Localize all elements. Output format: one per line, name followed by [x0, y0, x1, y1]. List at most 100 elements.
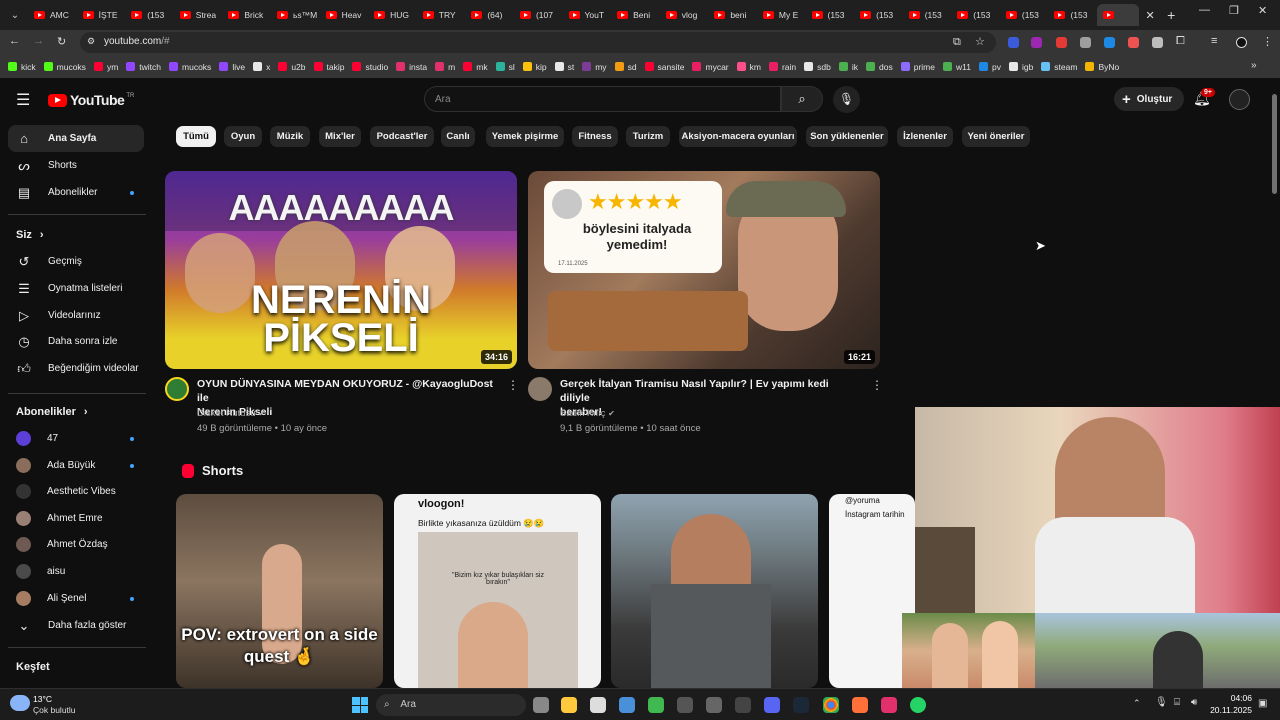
sidebar-item-home[interactable]: ⌂ Ana Sayfa: [8, 125, 144, 152]
sidebar-subscription-item[interactable]: Aesthetic Vibes: [8, 478, 144, 505]
bookmark-item[interactable]: mucoks: [43, 62, 86, 72]
filter-chip[interactable]: Mix'ler: [319, 126, 361, 147]
bookmark-item[interactable]: km: [736, 62, 761, 72]
firefox-icon[interactable]: [852, 697, 868, 713]
taskbar-search[interactable]: ⌕ Ara: [376, 694, 526, 716]
extension-icon[interactable]: [1128, 37, 1139, 48]
browser-tab[interactable]: ьs™M: [271, 4, 320, 26]
reload-icon[interactable]: ↻: [57, 35, 66, 48]
browser-tab[interactable]: (153: [125, 4, 174, 26]
filter-chip[interactable]: Canlı: [441, 126, 475, 147]
app-icon[interactable]: [590, 697, 606, 713]
bookmark-item[interactable]: ByNo: [1085, 62, 1119, 72]
bookmark-item[interactable]: st: [554, 62, 574, 72]
window-close-icon[interactable]: ✕: [1258, 4, 1267, 17]
bookmark-item[interactable]: pv: [978, 62, 1001, 72]
sidebar-item-playlist[interactable]: ☰ Oynatma listeleri: [8, 275, 144, 302]
browser-tab[interactable]: Brick: [222, 4, 271, 26]
browser-tab[interactable]: (153: [1048, 4, 1097, 26]
forward-arrow-icon[interactable]: →: [33, 35, 44, 47]
bookmark-item[interactable]: mucoks: [169, 62, 211, 72]
browser-tab[interactable]: (153: [1000, 4, 1049, 26]
bookmark-item[interactable]: twitch: [126, 62, 161, 72]
video-thumbnail[interactable]: ★★★★★ böylesini italyada yemedim! 17.11.…: [528, 171, 880, 369]
instagram-icon[interactable]: [881, 697, 897, 713]
clock-date[interactable]: 20.11.2025: [1202, 705, 1252, 715]
short-card[interactable]: vloogon! Birlikte yıkasanıza üzüldüm 😢😢 …: [394, 494, 601, 688]
bookmark-item[interactable]: x: [253, 62, 270, 72]
sidebar-subscription-item[interactable]: Ahmet Emre: [8, 505, 144, 532]
page-scrollbar[interactable]: [1272, 94, 1277, 194]
new-tab-button[interactable]: +: [1167, 7, 1175, 23]
sidebar-subscription-item[interactable]: Ada Büyük: [8, 452, 144, 479]
bookmark-item[interactable]: mycar: [692, 62, 729, 72]
browser-tab[interactable]: My E: [757, 4, 806, 26]
bookmark-item[interactable]: ik: [838, 62, 858, 72]
browser-tab[interactable]: vlog: [660, 4, 709, 26]
sidebar-item-shorts[interactable]: ᔕ Shorts: [8, 152, 144, 179]
address-bar[interactable]: ⚙ youtube.com/# ⧉ ☆: [80, 32, 996, 53]
extension-icon[interactable]: [1152, 37, 1163, 48]
site-info-icon[interactable]: ⚙: [87, 36, 95, 47]
network-icon[interactable]: ⌸: [1174, 697, 1180, 708]
bookmark-item[interactable]: insta: [396, 62, 427, 72]
tab-active[interactable]: [1097, 4, 1140, 26]
sidebar-subscription-item[interactable]: Ali Şenel: [8, 585, 144, 612]
more-options-icon[interactable]: ⋮: [871, 378, 883, 392]
file-explorer-icon[interactable]: [561, 697, 577, 713]
media-control-icon[interactable]: ≡: [1211, 35, 1217, 47]
whatsapp-icon[interactable]: [910, 697, 926, 713]
sidebar-section-subscriptions[interactable]: Abonelikler ›: [16, 406, 88, 418]
show-more-button[interactable]: ⌄ Daha fazla göster: [8, 612, 144, 639]
extension-icon[interactable]: [1031, 37, 1042, 48]
extension-icon[interactable]: [1008, 37, 1019, 48]
app-icon[interactable]: [677, 697, 693, 713]
bookmark-item[interactable]: my: [582, 62, 607, 72]
hamburger-menu-icon[interactable]: ☰: [16, 90, 30, 110]
browser-tab[interactable]: Strea: [174, 4, 223, 26]
filter-chip[interactable]: Yeni öneriler: [962, 126, 1030, 147]
sidebar-section-you[interactable]: Siz ›: [16, 229, 44, 241]
channel-name[interactable]: Sadık Kılıç ✔: [560, 408, 615, 419]
sidebar-subscription-item[interactable]: aisu: [8, 558, 144, 585]
bookmark-item[interactable]: mk: [463, 62, 488, 72]
restore-icon[interactable]: ❐: [1229, 4, 1239, 17]
bookmark-item[interactable]: m: [435, 62, 455, 72]
bookmark-item[interactable]: prime: [900, 62, 935, 72]
browser-tab[interactable]: AMC: [28, 4, 77, 26]
channel-avatar[interactable]: [165, 377, 189, 401]
browser-tab[interactable]: İŞTE: [77, 4, 126, 26]
filter-chip[interactable]: Yemek pişirme: [486, 126, 564, 147]
task-view-icon[interactable]: [533, 697, 549, 713]
short-card[interactable]: POV: extrovert on a side quest 🤞: [176, 494, 383, 688]
bookmark-item[interactable]: kick: [8, 62, 36, 72]
filter-chip[interactable]: Son yüklenenler: [806, 126, 888, 147]
bookmark-item[interactable]: ym: [93, 62, 118, 72]
bookmark-item[interactable]: w11: [943, 62, 971, 72]
browser-tab[interactable]: (153: [903, 4, 952, 26]
filter-chip[interactable]: Tümü: [176, 126, 216, 147]
extension-icon[interactable]: [1080, 37, 1091, 48]
filter-chip[interactable]: Aksiyon-macera oyunları: [679, 126, 797, 147]
sidebar-item-your-videos[interactable]: ▷ Videolarınız: [8, 302, 144, 329]
bookmark-item[interactable]: igb: [1008, 62, 1033, 72]
youtube-logo[interactable]: YouTube TR: [48, 92, 134, 108]
filter-chip[interactable]: Podcast'ler: [370, 126, 434, 147]
bookmark-item[interactable]: dos: [866, 62, 893, 72]
notification-center-icon[interactable]: ▣: [1258, 698, 1267, 709]
search-button[interactable]: ⌕: [781, 86, 823, 112]
app-icon[interactable]: [706, 697, 722, 713]
bookmark-item[interactable]: steam: [1041, 62, 1077, 72]
sidebar-item-subscriptions[interactable]: ▤ Abonelikler: [8, 179, 144, 206]
bookmark-item[interactable]: sl: [495, 62, 515, 72]
filter-chip[interactable]: Oyun: [224, 126, 262, 147]
more-bookmarks-icon[interactable]: »: [1251, 60, 1257, 71]
channel-avatar[interactable]: [528, 377, 552, 401]
discord-icon[interactable]: [764, 697, 780, 713]
close-tab-icon[interactable]: ✕: [1141, 9, 1159, 22]
browser-tab[interactable]: (107: [514, 4, 563, 26]
bookmark-item[interactable]: takip: [313, 62, 344, 72]
profile-avatar[interactable]: [1236, 37, 1247, 48]
filter-chip[interactable]: İzlenenler: [897, 126, 953, 147]
chrome-icon[interactable]: [823, 697, 839, 713]
